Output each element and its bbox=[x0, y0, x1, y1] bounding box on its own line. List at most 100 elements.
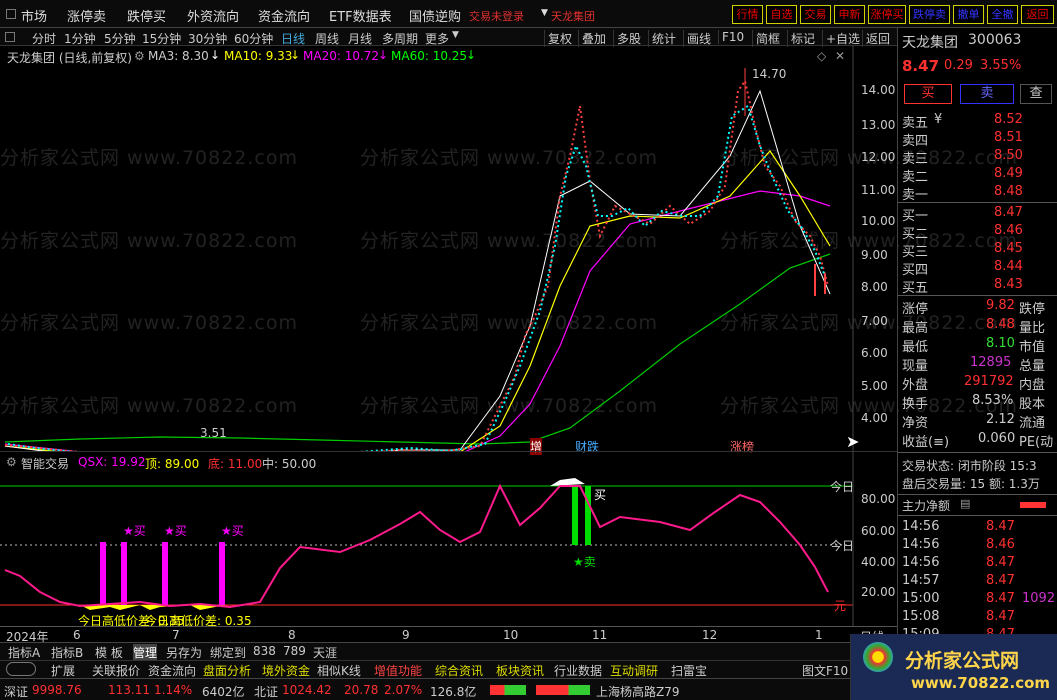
btn-limit-up-buy[interactable]: 涨停买 bbox=[868, 5, 906, 24]
tab-value-added[interactable]: 增值功能 bbox=[374, 662, 422, 679]
tf-15min[interactable]: 15分钟 bbox=[142, 30, 181, 47]
tf-more[interactable]: 更多 bbox=[425, 30, 449, 47]
tab-838[interactable]: 838 bbox=[253, 644, 276, 658]
buy-label: ★买 bbox=[123, 524, 146, 538]
gear-icon[interactable]: ⚙ bbox=[134, 49, 145, 63]
btn-adjust[interactable]: 复权 bbox=[544, 30, 572, 47]
close-icon[interactable]: ✕ bbox=[835, 49, 845, 63]
tf-1min[interactable]: 1分钟 bbox=[64, 30, 96, 47]
tf-30min[interactable]: 30分钟 bbox=[188, 30, 227, 47]
tf-multi[interactable]: 多周期 bbox=[382, 30, 418, 47]
chevron-down-icon[interactable]: ▼ bbox=[541, 8, 548, 18]
tab-bind[interactable]: 绑定到 bbox=[210, 644, 246, 661]
tick-price: 8.46 bbox=[986, 537, 1015, 552]
tf-5min[interactable]: 5分钟 bbox=[104, 30, 136, 47]
tf-intraday[interactable]: 分时 bbox=[32, 30, 56, 47]
panel-toggle-icon[interactable] bbox=[5, 32, 15, 42]
tab-mine-scan[interactable]: 扫雷宝 bbox=[671, 662, 707, 679]
top-area bbox=[550, 478, 585, 486]
stat-value: 2.12 bbox=[986, 412, 1015, 427]
tab-sector-news[interactable]: 板块资讯 bbox=[496, 662, 544, 679]
tab-tianya[interactable]: 天涯 bbox=[313, 644, 337, 661]
stat-label: 涨停 bbox=[902, 302, 929, 317]
stock-name: 天龙集团 bbox=[902, 35, 958, 51]
sz-value: 9998.76 bbox=[32, 683, 82, 697]
tab-789[interactable]: 789 bbox=[283, 644, 306, 658]
stock-link[interactable]: 天龙集团 bbox=[551, 8, 595, 24]
sell-button[interactable]: 卖 bbox=[960, 84, 1014, 104]
btn-cancel-order[interactable]: 撤单 bbox=[953, 5, 984, 24]
nav-limit-up-sell[interactable]: 涨停卖 bbox=[67, 6, 106, 25]
trade-status[interactable]: 交易未登录 bbox=[469, 8, 524, 24]
tab-foreign-fund[interactable]: 境外资金 bbox=[262, 662, 310, 679]
candles-down bbox=[7, 104, 826, 451]
tick-price: 8.47 bbox=[986, 609, 1015, 624]
y-tick: 8.00 bbox=[861, 280, 888, 294]
today-label: 今日 bbox=[830, 539, 855, 553]
kline-chart[interactable]: 分析家公式网 www.70822.com 分析家公式网 www.70822.co… bbox=[0, 46, 1017, 455]
tick-time: 15:08 bbox=[902, 609, 940, 624]
tab-industry-data[interactable]: 行业数据 bbox=[554, 662, 602, 679]
tab-indicator-b[interactable]: 指标B bbox=[51, 644, 83, 661]
month-label: 12 bbox=[702, 628, 718, 642]
nav-limit-down-buy[interactable]: 跌停买 bbox=[127, 6, 166, 25]
bid-price: 8.46 bbox=[994, 223, 1023, 238]
tab-indicator-a[interactable]: 指标A bbox=[8, 644, 40, 661]
y-tick: 14.00 bbox=[861, 83, 896, 97]
qsx-value: QSX: 19.92 bbox=[78, 455, 146, 469]
more-chevron-icon[interactable]: ▼ bbox=[452, 30, 459, 40]
btn-trade[interactable]: 交易 bbox=[800, 5, 831, 24]
bid-label: 买一 bbox=[902, 209, 929, 224]
table-icon[interactable]: ▤ bbox=[960, 497, 970, 510]
search-button[interactable]: 查 bbox=[1020, 84, 1052, 104]
gear-icon[interactable]: ⚙ bbox=[6, 455, 17, 469]
nav-etf-table[interactable]: ETF数据表 bbox=[329, 6, 392, 25]
tab-similar-kline[interactable]: 相似K线 bbox=[317, 662, 361, 679]
buy-bar bbox=[121, 542, 127, 605]
btn-stats[interactable]: 统计 bbox=[648, 30, 676, 47]
btn-mark[interactable]: 标记 bbox=[787, 30, 815, 47]
tf-60min[interactable]: 60分钟 bbox=[234, 30, 273, 47]
tab-related-quote[interactable]: 关联报价 bbox=[92, 662, 140, 679]
toggle-switch[interactable] bbox=[6, 662, 36, 676]
tick-time: 14:56 bbox=[902, 555, 940, 570]
btn-overlay[interactable]: 叠加 bbox=[578, 30, 606, 47]
btn-watchlist[interactable]: 自选 bbox=[766, 5, 797, 24]
btn-simple-frame[interactable]: 简框 bbox=[752, 30, 780, 47]
nav-repo[interactable]: 国债逆购 bbox=[409, 6, 461, 25]
diamond-icon[interactable]: ◇ bbox=[817, 49, 826, 63]
ma3-line bbox=[4, 89, 831, 451]
tf-daily[interactable]: 日线 bbox=[281, 30, 305, 47]
btn-back[interactable]: 返回 bbox=[1021, 5, 1054, 24]
tf-weekly[interactable]: 周线 bbox=[315, 30, 339, 47]
tab-manage[interactable]: 管理 bbox=[133, 644, 158, 661]
btn-add-watch[interactable]: +自选 bbox=[822, 30, 860, 47]
btn-ipo[interactable]: 申新 bbox=[834, 5, 865, 24]
btn-limit-down-sell[interactable]: 跌停卖 bbox=[909, 5, 950, 24]
indicator-panel[interactable]: ⚙ 智能交易 QSX: 19.92 顶: 89.00 底: 11.00 中: 5… bbox=[0, 451, 897, 628]
btn-f10[interactable]: F10 bbox=[718, 30, 744, 44]
sz-label: 深证 bbox=[4, 685, 29, 699]
tab-template[interactable]: 模 板 bbox=[95, 644, 123, 661]
tf-monthly[interactable]: 月线 bbox=[348, 30, 372, 47]
nav-foreign-flow[interactable]: 外资流向 bbox=[187, 6, 239, 25]
menu-icon[interactable] bbox=[6, 9, 16, 19]
btn-draw[interactable]: 画线 bbox=[683, 30, 711, 47]
nav-fund-flow[interactable]: 资金流向 bbox=[258, 6, 310, 25]
buy-button[interactable]: 买 bbox=[904, 84, 952, 104]
nav-market[interactable]: 市场 bbox=[21, 6, 47, 25]
tab-extend[interactable]: 扩展 bbox=[51, 662, 75, 679]
tab-market-analysis[interactable]: 盘面分析 bbox=[203, 662, 251, 679]
btn-return[interactable]: 返回 bbox=[862, 30, 890, 47]
btn-quote[interactable]: 行情 bbox=[732, 5, 763, 24]
pic-f10-button[interactable]: 图文F10 bbox=[802, 662, 848, 679]
tab-save-as[interactable]: 另存为 bbox=[166, 644, 202, 661]
btn-cancel-all[interactable]: 全撤 bbox=[987, 5, 1018, 24]
tab-news[interactable]: 综合资讯 bbox=[435, 662, 483, 679]
indicator-name: 智能交易 bbox=[21, 457, 70, 471]
stat-label: 股本 bbox=[1019, 397, 1046, 412]
tab-interactive[interactable]: 互动调研 bbox=[610, 662, 658, 679]
ask-label: 卖四 bbox=[902, 134, 929, 149]
tab-fund-flow[interactable]: 资金流向 bbox=[148, 662, 196, 679]
btn-multi-stock[interactable]: 多股 bbox=[613, 30, 641, 47]
